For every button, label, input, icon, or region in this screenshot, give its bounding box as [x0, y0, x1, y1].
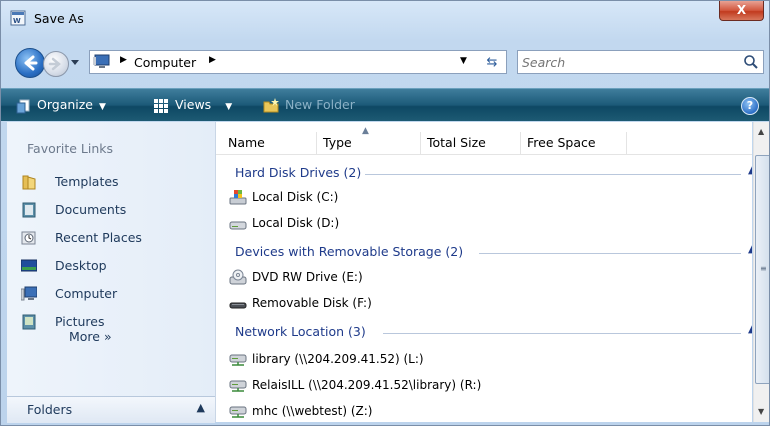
save-as-dialog: W Save As X ▶ Computer ▶ ▼ ⇆ Search Orga… [0, 0, 770, 426]
views-icon [154, 98, 168, 113]
chevron-down-icon: ▼ [99, 102, 106, 112]
grip-icon: ≡ [760, 264, 767, 273]
nav-link-label: Templates [55, 174, 119, 189]
group-header-label: Devices with Removable Storage (2) [235, 244, 468, 259]
group-header-hard-disk-drives[interactable]: Hard Disk Drives (2) ▲ [235, 163, 752, 183]
dvd-drive-icon [229, 269, 247, 285]
folder-icon [22, 175, 36, 190]
group-header-label: Network Location (3) [235, 324, 370, 339]
favorite-links-heading: Favorite Links [27, 141, 114, 156]
back-arrow-icon [24, 55, 38, 71]
chevron-up-icon: ▲ [196, 401, 205, 414]
help-icon[interactable]: ? [741, 97, 759, 115]
command-toolbar: Organize ▼ Views ▼ New Folder ? [1, 88, 769, 121]
removable-disk-icon [229, 302, 247, 309]
views-label: Views [175, 97, 212, 112]
system-drive-icon [229, 190, 247, 205]
column-type-label: Type [323, 135, 352, 150]
chevron-up-icon[interactable]: ▲ [748, 322, 752, 335]
nav-link-label: Desktop [55, 258, 107, 273]
nav-link-label: Computer [55, 286, 118, 301]
breadcrumb-arrow-icon[interactable]: ▶ [209, 55, 216, 65]
address-dropdown-icon[interactable]: ▼ [460, 56, 467, 66]
scroll-up-arrow-icon[interactable]: ▲ [758, 127, 764, 136]
group-header-label: Hard Disk Drives (2) [235, 165, 366, 180]
scroll-down-arrow-icon[interactable]: ▼ [758, 407, 764, 416]
column-headers: Name Type Total Size Free Space ▲ [216, 126, 752, 155]
search-input[interactable] [522, 53, 727, 71]
folders-toggle[interactable]: Folders ▲ [7, 396, 215, 423]
refresh-icon: ⇆ [486, 55, 498, 70]
group-divider [479, 253, 741, 254]
forward-button[interactable] [43, 51, 69, 77]
svg-text:W: W [13, 17, 21, 25]
search-icon[interactable] [743, 54, 759, 70]
column-total-size[interactable]: Total Size [421, 132, 521, 154]
desktop-icon [21, 259, 37, 272]
network-drive-icon [229, 354, 247, 366]
vertical-scrollbar[interactable]: ▲ ≡ ▼ [753, 122, 769, 422]
more-links-button[interactable]: More » [69, 329, 112, 344]
breadcrumb-arrow-icon[interactable]: ▶ [120, 55, 127, 65]
new-folder-icon [263, 97, 279, 112]
item-label: RelaisILL (\\204.209.41.52\library) (R:) [252, 378, 482, 392]
address-row: ▶ Computer ▶ ▼ ⇆ [1, 45, 769, 81]
new-folder-button[interactable]: New Folder [263, 89, 355, 121]
pictures-icon [22, 314, 36, 330]
search-box[interactable] [517, 50, 764, 74]
item-label: Local Disk (C:) [252, 190, 339, 204]
forward-arrow-icon [48, 57, 61, 71]
item-label: Local Disk (D:) [252, 216, 340, 230]
item-label: DVD RW Drive (E:) [252, 270, 363, 284]
new-folder-label: New Folder [285, 97, 355, 112]
title-bar: W Save As X [1, 1, 769, 35]
folders-label: Folders [27, 402, 73, 417]
item-label: library (\\204.209.41.52) (L:) [252, 352, 424, 366]
organize-icon [16, 99, 30, 113]
chevron-up-icon[interactable]: ▲ [748, 163, 752, 176]
sort-ascending-icon: ▲ [362, 126, 369, 136]
item-label: mhc (\\webtest) (Z:) [252, 404, 373, 418]
group-divider [383, 333, 741, 334]
column-free-space[interactable]: Free Space [521, 132, 627, 154]
column-type[interactable]: Type [317, 132, 421, 154]
recent-pages-dropdown[interactable] [70, 57, 80, 67]
group-divider [355, 174, 741, 175]
back-button[interactable] [15, 48, 45, 78]
computer-icon [93, 54, 110, 68]
refresh-button[interactable]: ⇆ [477, 51, 507, 75]
group-header-network-location[interactable]: Network Location (3) ▲ [235, 322, 752, 342]
window-title: Save As [34, 11, 84, 26]
network-drive-icon [229, 406, 247, 418]
network-drive-icon [229, 380, 247, 392]
views-button[interactable]: Views ▼ [153, 89, 232, 121]
navigation-pane: Favorite Links Templates Documents Recen… [7, 122, 216, 423]
organize-label: Organize [37, 97, 93, 112]
column-name[interactable]: Name [222, 132, 317, 154]
chevron-up-icon[interactable]: ▲ [748, 242, 752, 255]
address-bar[interactable]: ▶ Computer ▶ ▼ [89, 50, 507, 74]
hard-drive-icon [229, 221, 247, 230]
chevron-down-icon: ▼ [225, 102, 233, 112]
group-header-removable-storage[interactable]: Devices with Removable Storage (2) ▲ [235, 242, 752, 262]
recent-places-icon [21, 231, 36, 245]
nav-link-label: Recent Places [55, 230, 142, 245]
close-button[interactable]: X [719, 1, 764, 21]
word-document-icon: W [10, 10, 26, 26]
nav-link-label: Documents [55, 202, 127, 217]
file-list: Name Type Total Size Free Space ▲ Hard D… [216, 122, 752, 422]
item-label: Removable Disk (F:) [252, 296, 372, 310]
breadcrumb-computer[interactable]: Computer [134, 55, 196, 70]
scroll-thumb[interactable]: ≡ [755, 155, 769, 384]
organize-button[interactable]: Organize ▼ [15, 89, 106, 121]
documents-icon [22, 202, 36, 218]
computer-icon [21, 286, 37, 301]
